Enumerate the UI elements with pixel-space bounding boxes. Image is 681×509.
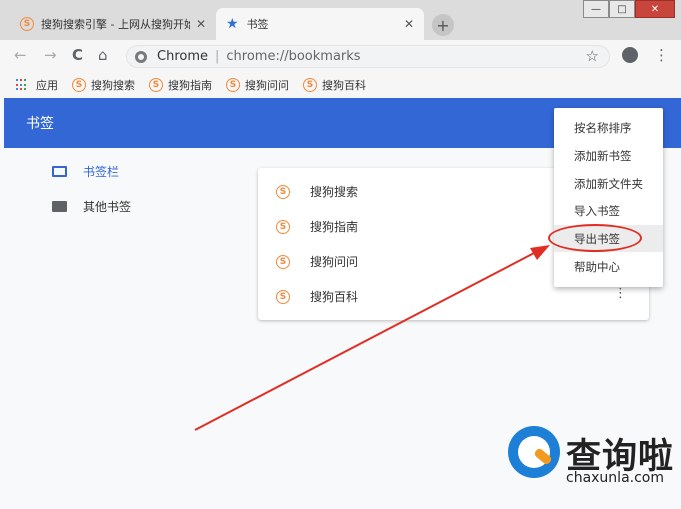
- watermark-logo: 查询啦 chaxunla.com: [506, 422, 678, 492]
- watermark-domain: chaxunla.com: [566, 470, 664, 486]
- magnifier-logo-icon: [508, 426, 560, 478]
